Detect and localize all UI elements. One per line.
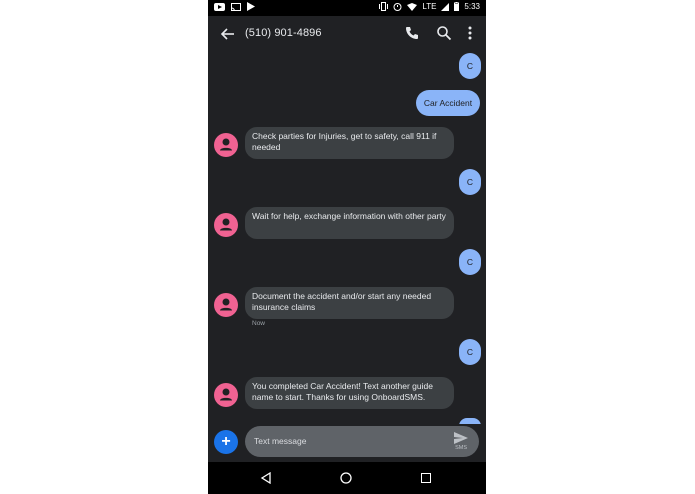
outgoing-message[interactable]: Car Accident xyxy=(416,90,480,116)
outgoing-message[interactable]: C xyxy=(459,169,481,195)
person-icon xyxy=(220,298,232,311)
send-sms-label: SMS xyxy=(455,445,467,451)
incoming-message[interactable]: Document the accident and/or start any n… xyxy=(245,287,454,319)
battery-icon xyxy=(454,2,460,11)
conversation-title: (510) 901-4896 xyxy=(245,27,322,39)
play-store-icon xyxy=(247,2,255,11)
avatar[interactable] xyxy=(214,383,238,407)
youtube-icon xyxy=(214,2,225,11)
clock: 5:33 xyxy=(464,2,480,11)
person-icon xyxy=(220,388,232,401)
incoming-message[interactable]: Wait for help, exchange information with… xyxy=(245,207,454,239)
phone-screen: LTE 5:33 (510) 901-4896 C Car Accident C… xyxy=(208,0,486,494)
cast-icon xyxy=(231,2,241,11)
incoming-message[interactable]: Check parties for Injuries, get to safet… xyxy=(245,127,454,159)
system-nav-bar xyxy=(208,462,486,494)
incoming-message[interactable]: You completed Car Accident! Text another… xyxy=(245,377,454,409)
nav-home-icon[interactable] xyxy=(340,472,352,484)
alarm-icon xyxy=(393,3,402,11)
phone-icon[interactable] xyxy=(404,25,420,41)
signal-icon xyxy=(441,2,450,11)
search-icon[interactable] xyxy=(436,25,452,41)
outgoing-message[interactable]: C xyxy=(459,339,481,365)
more-vert-icon[interactable] xyxy=(465,25,475,41)
message-input-placeholder: Text message xyxy=(254,436,307,446)
person-icon xyxy=(220,138,232,151)
outgoing-message[interactable]: C xyxy=(459,249,481,275)
back-arrow-icon[interactable] xyxy=(218,24,238,44)
plus-icon: + xyxy=(221,433,231,450)
avatar[interactable] xyxy=(214,293,238,317)
outgoing-message[interactable]: C xyxy=(459,53,481,79)
status-bar: LTE 5:33 xyxy=(208,0,486,16)
avatar[interactable] xyxy=(214,213,238,237)
compose-bar: + Text message SMS xyxy=(208,424,486,462)
network-type: LTE xyxy=(422,2,437,11)
nav-recents-icon[interactable] xyxy=(421,473,431,483)
add-attachment-button[interactable]: + xyxy=(214,430,238,454)
person-icon xyxy=(220,218,232,231)
avatar[interactable] xyxy=(214,133,238,157)
vibrate-icon xyxy=(379,2,389,11)
wifi-icon xyxy=(407,2,418,11)
message-timestamp: Now xyxy=(252,320,266,327)
send-icon[interactable] xyxy=(454,432,468,444)
message-input[interactable]: Text message SMS xyxy=(245,426,479,457)
conversation-header: (510) 901-4896 xyxy=(208,16,486,52)
nav-back-icon[interactable] xyxy=(260,472,272,484)
message-thread[interactable]: C Car Accident Check parties for Injurie… xyxy=(208,52,486,426)
